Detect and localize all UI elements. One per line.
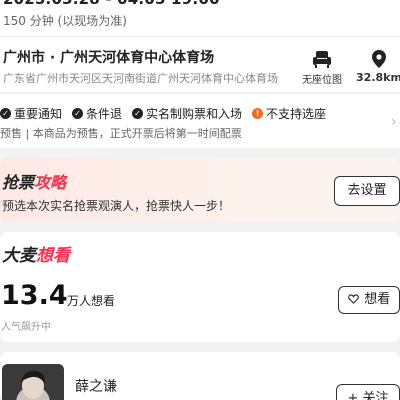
venue-name: 广州市 · 广州天河体育中心体育场: [3, 50, 215, 66]
follow-button[interactable]: + 关注: [336, 384, 400, 400]
want-unit: 万人想看: [67, 294, 116, 308]
navigation-button[interactable]: 32.8km: [354, 49, 400, 84]
damai-want-brand: 大麦想看: [2, 241, 70, 266]
brand-text-b: 想看: [36, 246, 70, 266]
notice-description: 预售 | 本商品为预售，正式开票后将第一时间配票: [0, 127, 242, 140]
strategy-title-b: 攻略: [34, 173, 67, 192]
notice-tags: ✓ 重要通知 ✓ 条件退 ✓ 实名制购票和入场 ! 不支持选座: [0, 105, 336, 121]
notice-tag-label: 条件退: [86, 106, 123, 121]
notice-tag-label: 重要通知: [14, 106, 63, 121]
want-to-see-button[interactable]: 想看: [338, 286, 400, 314]
notice-tag: ! 不支持选座: [252, 105, 326, 122]
venue-address: 广东省广州市天河区天河南街道广州天河体育中心体育场: [3, 72, 278, 85]
location-pin-icon: [354, 49, 400, 69]
popularity-trend: 人气飙升中: [1, 322, 51, 333]
warning-icon: !: [252, 107, 264, 119]
notice-tag-label: 不支持选座: [266, 106, 327, 121]
notice-tag-label: 实名制购票和入场: [146, 106, 243, 121]
artist-avatar[interactable]: [2, 364, 64, 400]
strategy-title-a: 抢票: [2, 173, 35, 192]
notice-tag: ✓ 重要通知: [0, 105, 62, 122]
heart-icon: [347, 293, 363, 306]
sofa-icon: [297, 49, 347, 69]
want-button-label: 想看: [364, 292, 391, 307]
notice-tag: ✓ 条件退: [72, 105, 122, 122]
brand-text-a: 大麦: [2, 246, 36, 266]
check-icon: ✓: [132, 107, 144, 119]
show-time-section: 2025.03.28 - 04.05 19:00 150 分钟 (以现场为准): [0, 0, 400, 36]
want-count: 13.4: [1, 280, 68, 311]
strategy-title: 抢票攻略: [2, 169, 66, 193]
check-icon: ✓: [0, 107, 11, 119]
strategy-description: 预选本次实名抢票观演人，抢票快人一步！: [2, 199, 231, 213]
check-icon: ✓: [72, 107, 84, 119]
notices-section[interactable]: ✓ 重要通知 ✓ 条件退 ✓ 实名制购票和入场 ! 不支持选座 预售 | 本商品…: [0, 93, 400, 148]
setup-button[interactable]: 去设置: [334, 176, 400, 206]
venue-distance: 32.8km: [356, 71, 400, 84]
venue-section[interactable]: 广州市 · 广州天河体育中心体育场 广东省广州市天河区天河南街道广州天河体育中心…: [0, 36, 400, 92]
seat-map-button[interactable]: 无座位图: [297, 49, 347, 86]
chevron-right-icon[interactable]: ›: [391, 114, 397, 130]
artist-name: 薛之谦: [75, 379, 117, 395]
notice-tag: ✓ 实名制购票和入场: [132, 105, 242, 122]
show-datetime: 2025.03.28 - 04.05 19:00: [3, 0, 220, 8]
seat-map-label: 无座位图: [302, 75, 342, 86]
show-duration: 150 分钟 (以现场为准): [3, 14, 127, 28]
